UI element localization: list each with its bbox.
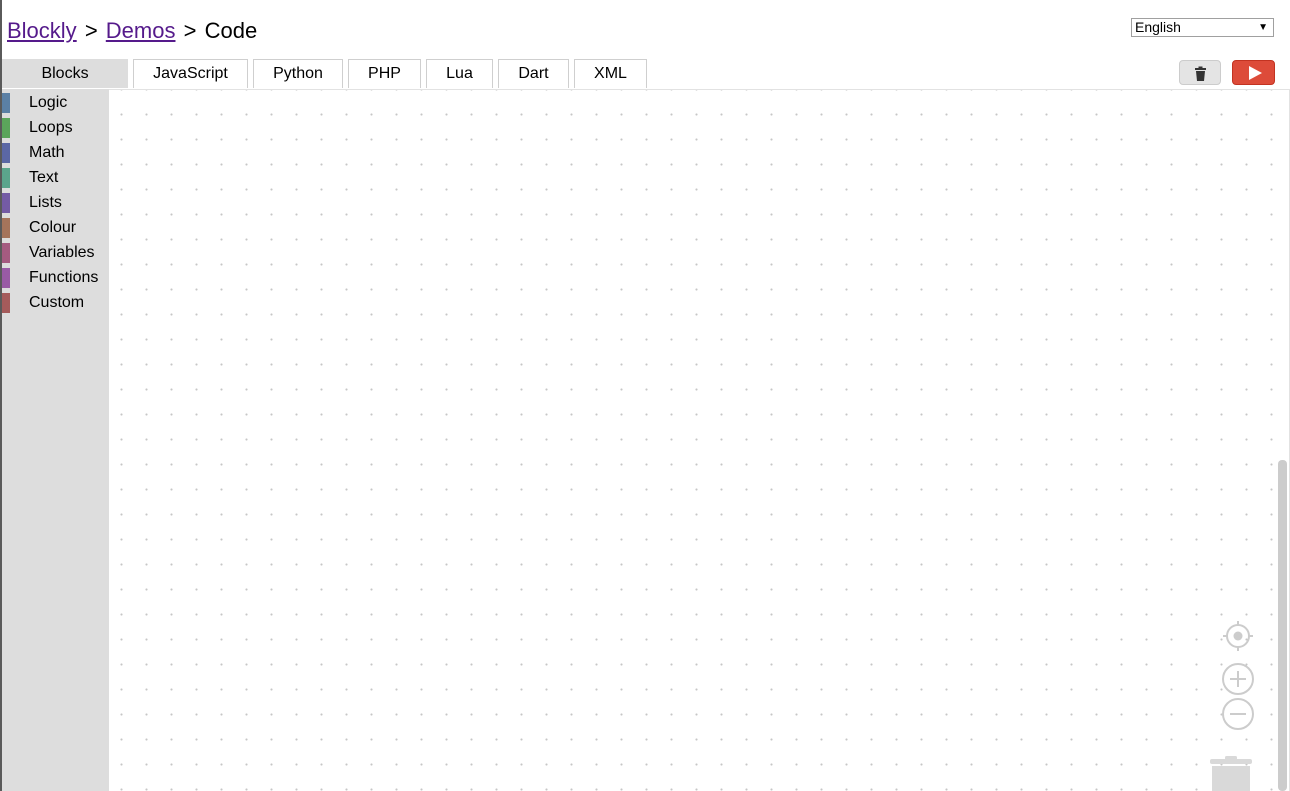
breadcrumb-separator: > [84,18,98,43]
breadcrumb-separator: > [183,18,197,43]
recenter-icon[interactable] [1221,619,1255,653]
tab-label: JavaScript [153,65,228,82]
category-swatch [2,118,10,138]
tab-php[interactable]: PHP [348,59,421,88]
toolbox-category-loops[interactable]: Loops [2,117,109,139]
category-swatch [2,168,10,188]
toolbox-category-logic[interactable]: Logic [2,92,109,114]
run-button[interactable] [1232,60,1275,85]
tab-javascript[interactable]: JavaScript [133,59,248,88]
breadcrumb: Blockly > Demos > Code [7,16,257,46]
tab-label: PHP [368,65,401,82]
tab-label: Lua [446,65,473,82]
category-label: Math [29,144,65,161]
category-label: Custom [29,294,85,311]
zoom-out-icon[interactable] [1221,697,1255,731]
language-select-value: English [1135,19,1181,35]
tab-dart[interactable]: Dart [498,59,569,88]
tab-python[interactable]: Python [253,59,343,88]
tab-lua[interactable]: Lua [426,59,493,88]
blockly-workspace[interactable] [109,89,1290,791]
category-swatch [2,268,10,288]
tab-blocks[interactable]: Blocks [2,59,128,88]
category-swatch [2,93,10,113]
breadcrumb-link-demos[interactable]: Demos [106,18,176,43]
breadcrumb-link-blockly[interactable]: Blockly [7,18,77,43]
toolbox-category-math[interactable]: Math [2,142,109,164]
category-swatch [2,143,10,163]
trash-button[interactable] [1179,60,1221,85]
toolbox-category-colour[interactable]: Colour [2,217,109,239]
tab-xml[interactable]: XML [574,59,647,88]
language-select[interactable]: English ▼ [1131,18,1274,37]
play-icon [1249,66,1262,80]
category-label: Variables [29,244,95,261]
category-swatch [2,218,10,238]
tab-label: Blocks [41,65,89,82]
page-title: Code [204,18,258,43]
trashcan-icon[interactable] [1208,755,1254,791]
category-swatch [2,193,10,213]
category-label: Functions [29,269,99,286]
category-swatch [2,243,10,263]
category-label: Lists [29,194,62,211]
tab-label: Dart [518,65,549,82]
dropdown-arrow-icon: ▼ [1258,22,1268,33]
trash-icon [1195,66,1206,81]
toolbox-category-custom[interactable]: Custom [2,292,109,314]
category-label: Logic [29,94,68,111]
toolbox-category-text[interactable]: Text [2,167,109,189]
tab-label: XML [594,65,627,82]
toolbox-category-variables[interactable]: Variables [2,242,109,264]
zoom-in-icon[interactable] [1221,662,1255,696]
toolbox: Logic Loops Math Text Lists Colour Varia… [2,89,109,791]
category-label: Text [29,169,59,186]
category-label: Colour [29,219,77,236]
category-swatch [2,293,10,313]
workspace-vertical-scrollbar[interactable] [1278,460,1287,791]
toolbox-category-lists[interactable]: Lists [2,192,109,214]
toolbox-category-functions[interactable]: Functions [2,267,109,289]
category-label: Loops [29,119,73,136]
tab-label: Python [273,65,323,82]
